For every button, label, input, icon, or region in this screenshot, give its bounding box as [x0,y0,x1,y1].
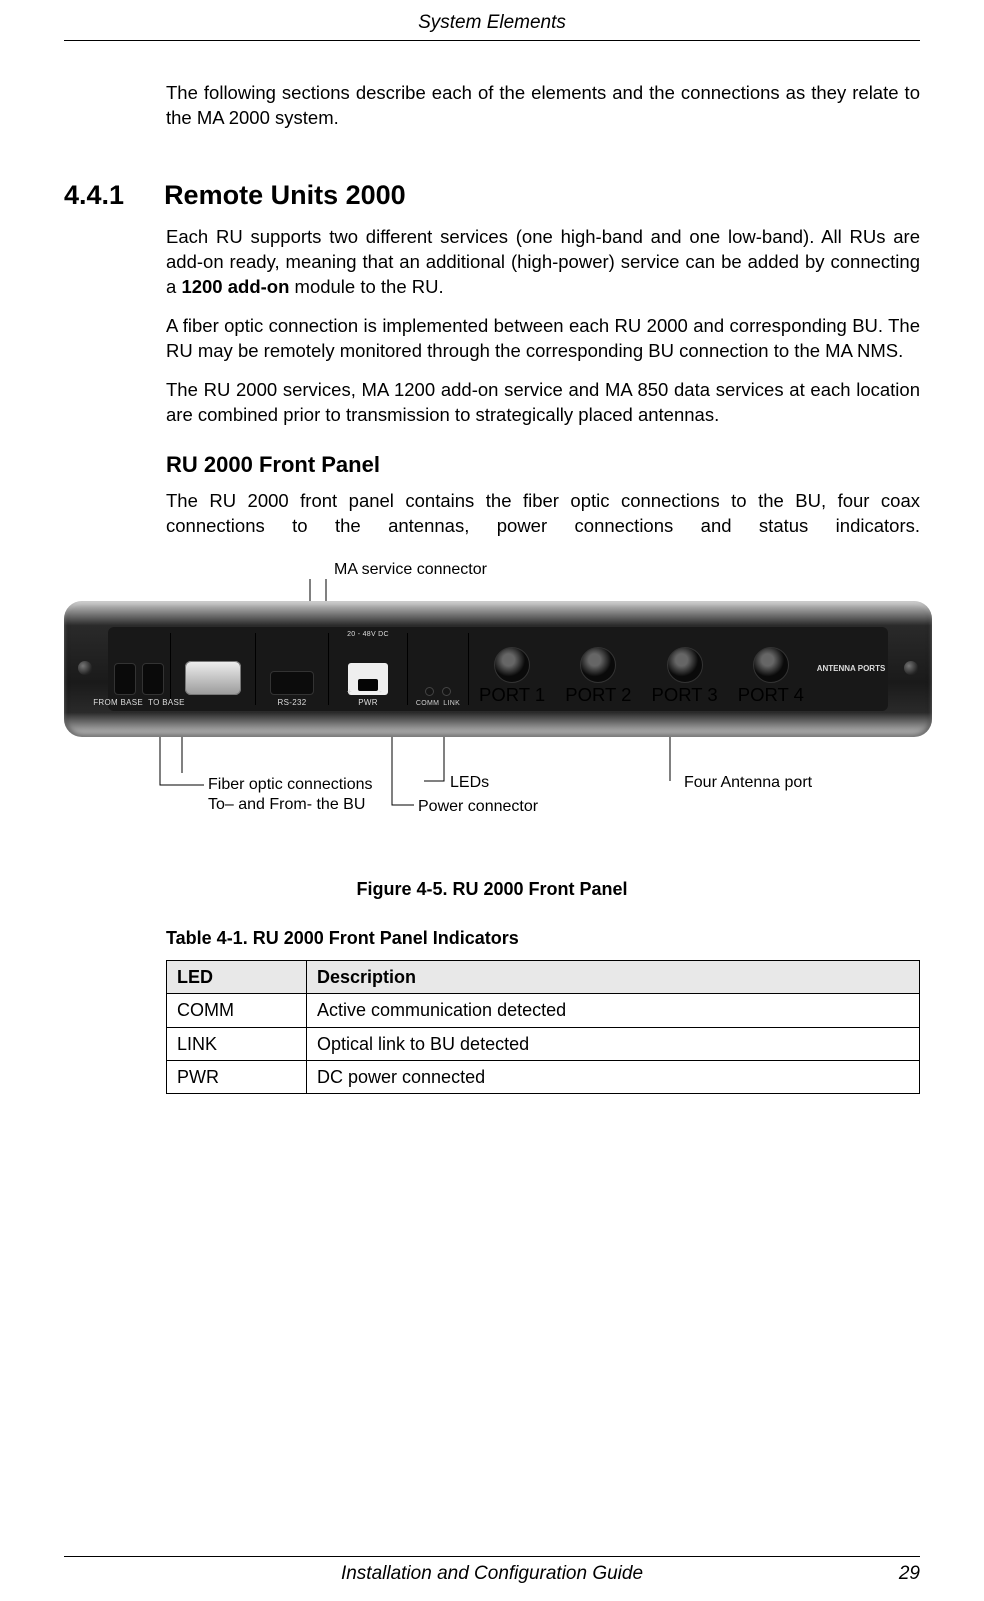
port-3: PORT 3 [642,627,728,711]
screw-icon [78,661,92,675]
label-link: LINK [443,699,460,708]
table-row: PWR DC power connected [167,1060,920,1093]
zone-fiber: FROM BASE TO BASE [108,627,170,711]
fiber-jack-to [142,663,164,695]
section-number: 4.4.1 [64,177,124,213]
label-port2: PORT 2 [565,683,631,708]
label-dc-range: 20 - 48V DC [347,630,389,639]
callout-leds: LEDs [450,773,489,793]
cell-desc: DC power connected [307,1060,920,1093]
cell-desc: Active communication detected [307,994,920,1027]
cell-led: LINK [167,1027,307,1060]
label-port3: PORT 3 [652,683,718,708]
label-rs232: RS-232 [278,698,307,709]
callout-power: Power connector [418,797,538,817]
coax-icon [494,647,530,683]
p1b: module to the RU. [289,276,443,297]
section-p3: The RU 2000 services, MA 1200 add-on ser… [166,378,920,428]
zone-ports: PORT 1 PORT 2 PORT 3 PORT 4 [469,627,814,711]
header-rule [64,40,920,41]
footer-rule [64,1556,920,1557]
page-number: 29 [899,1561,920,1587]
table-caption: Table 4-1. RU 2000 Front Panel Indicator… [166,926,920,950]
label-pwr: PWR [358,698,378,709]
zone-power: 20 - 48V DC + - PWR [329,627,407,711]
port-4: PORT 4 [728,627,814,711]
coax-icon [667,647,703,683]
port-1: PORT 1 [469,627,555,711]
power-connector [348,663,388,695]
footer-title: Installation and Configuration Guide [341,1563,643,1584]
coax-icon [753,647,789,683]
callout-antenna: Four Antenna port [684,773,812,793]
label-comm: COMM [416,699,439,708]
subsection-p: The RU 2000 front panel contains the fib… [166,489,920,539]
port-2: PORT 2 [555,627,641,711]
zone-leds: COMM LINK [408,627,468,711]
led-comm-icon [425,687,434,696]
led-link-icon [442,687,451,696]
coax-icon [580,647,616,683]
zone-service: . [171,627,255,711]
section-heading: 4.4.1 Remote Units 2000 [64,177,920,213]
table-header-row: LED Description [167,961,920,994]
table-header-desc: Description [307,961,920,994]
figure-ru2000-front-panel: MA service connector [64,559,920,859]
callout-fiber-l2: To– and From- the BU [208,796,365,813]
running-header: System Elements [64,0,920,40]
label-plus: + [347,687,352,698]
p1-bold: 1200 add-on [181,276,289,297]
label-port1: PORT 1 [479,683,545,708]
cell-led: PWR [167,1060,307,1093]
service-connector [185,661,241,695]
device-panel: FROM BASE TO BASE . RS-232 20 - 48V [64,601,932,737]
zone-rs232: RS-232 [256,627,328,711]
callout-ma-service: MA service connector [334,559,487,581]
rs232-connector [270,671,314,695]
section-p2: A fiber optic connection is implemented … [166,314,920,364]
device-panel-inner: FROM BASE TO BASE . RS-232 20 - 48V [108,627,888,711]
section-title: Remote Units 2000 [164,177,406,213]
table-header-led: LED [167,961,307,994]
label-antenna-ports: ANTENNA PORTS [814,627,888,711]
callout-fiber-l1: Fiber optic connections [208,776,373,793]
label-from-base: FROM BASE [93,698,143,707]
screw-icon [904,661,918,675]
table-row: LINK Optical link to BU detected [167,1027,920,1060]
intro-paragraph: The following sections describe each of … [166,81,920,131]
label-minus: - [379,687,382,698]
callout-fiber: Fiber optic connections To– and From- th… [208,775,373,815]
cell-desc: Optical link to BU detected [307,1027,920,1060]
fiber-jack-from [114,663,136,695]
cell-led: COMM [167,994,307,1027]
subsection-title: RU 2000 Front Panel [166,450,920,480]
running-footer: Installation and Configuration Guide 29 [64,1561,920,1587]
figure-caption: Figure 4-5. RU 2000 Front Panel [64,877,920,901]
table-indicators: LED Description COMM Active communicatio… [166,960,920,1094]
label-port4: PORT 4 [738,683,804,708]
section-p1: Each RU supports two different services … [166,225,920,300]
table-row: COMM Active communication detected [167,994,920,1027]
